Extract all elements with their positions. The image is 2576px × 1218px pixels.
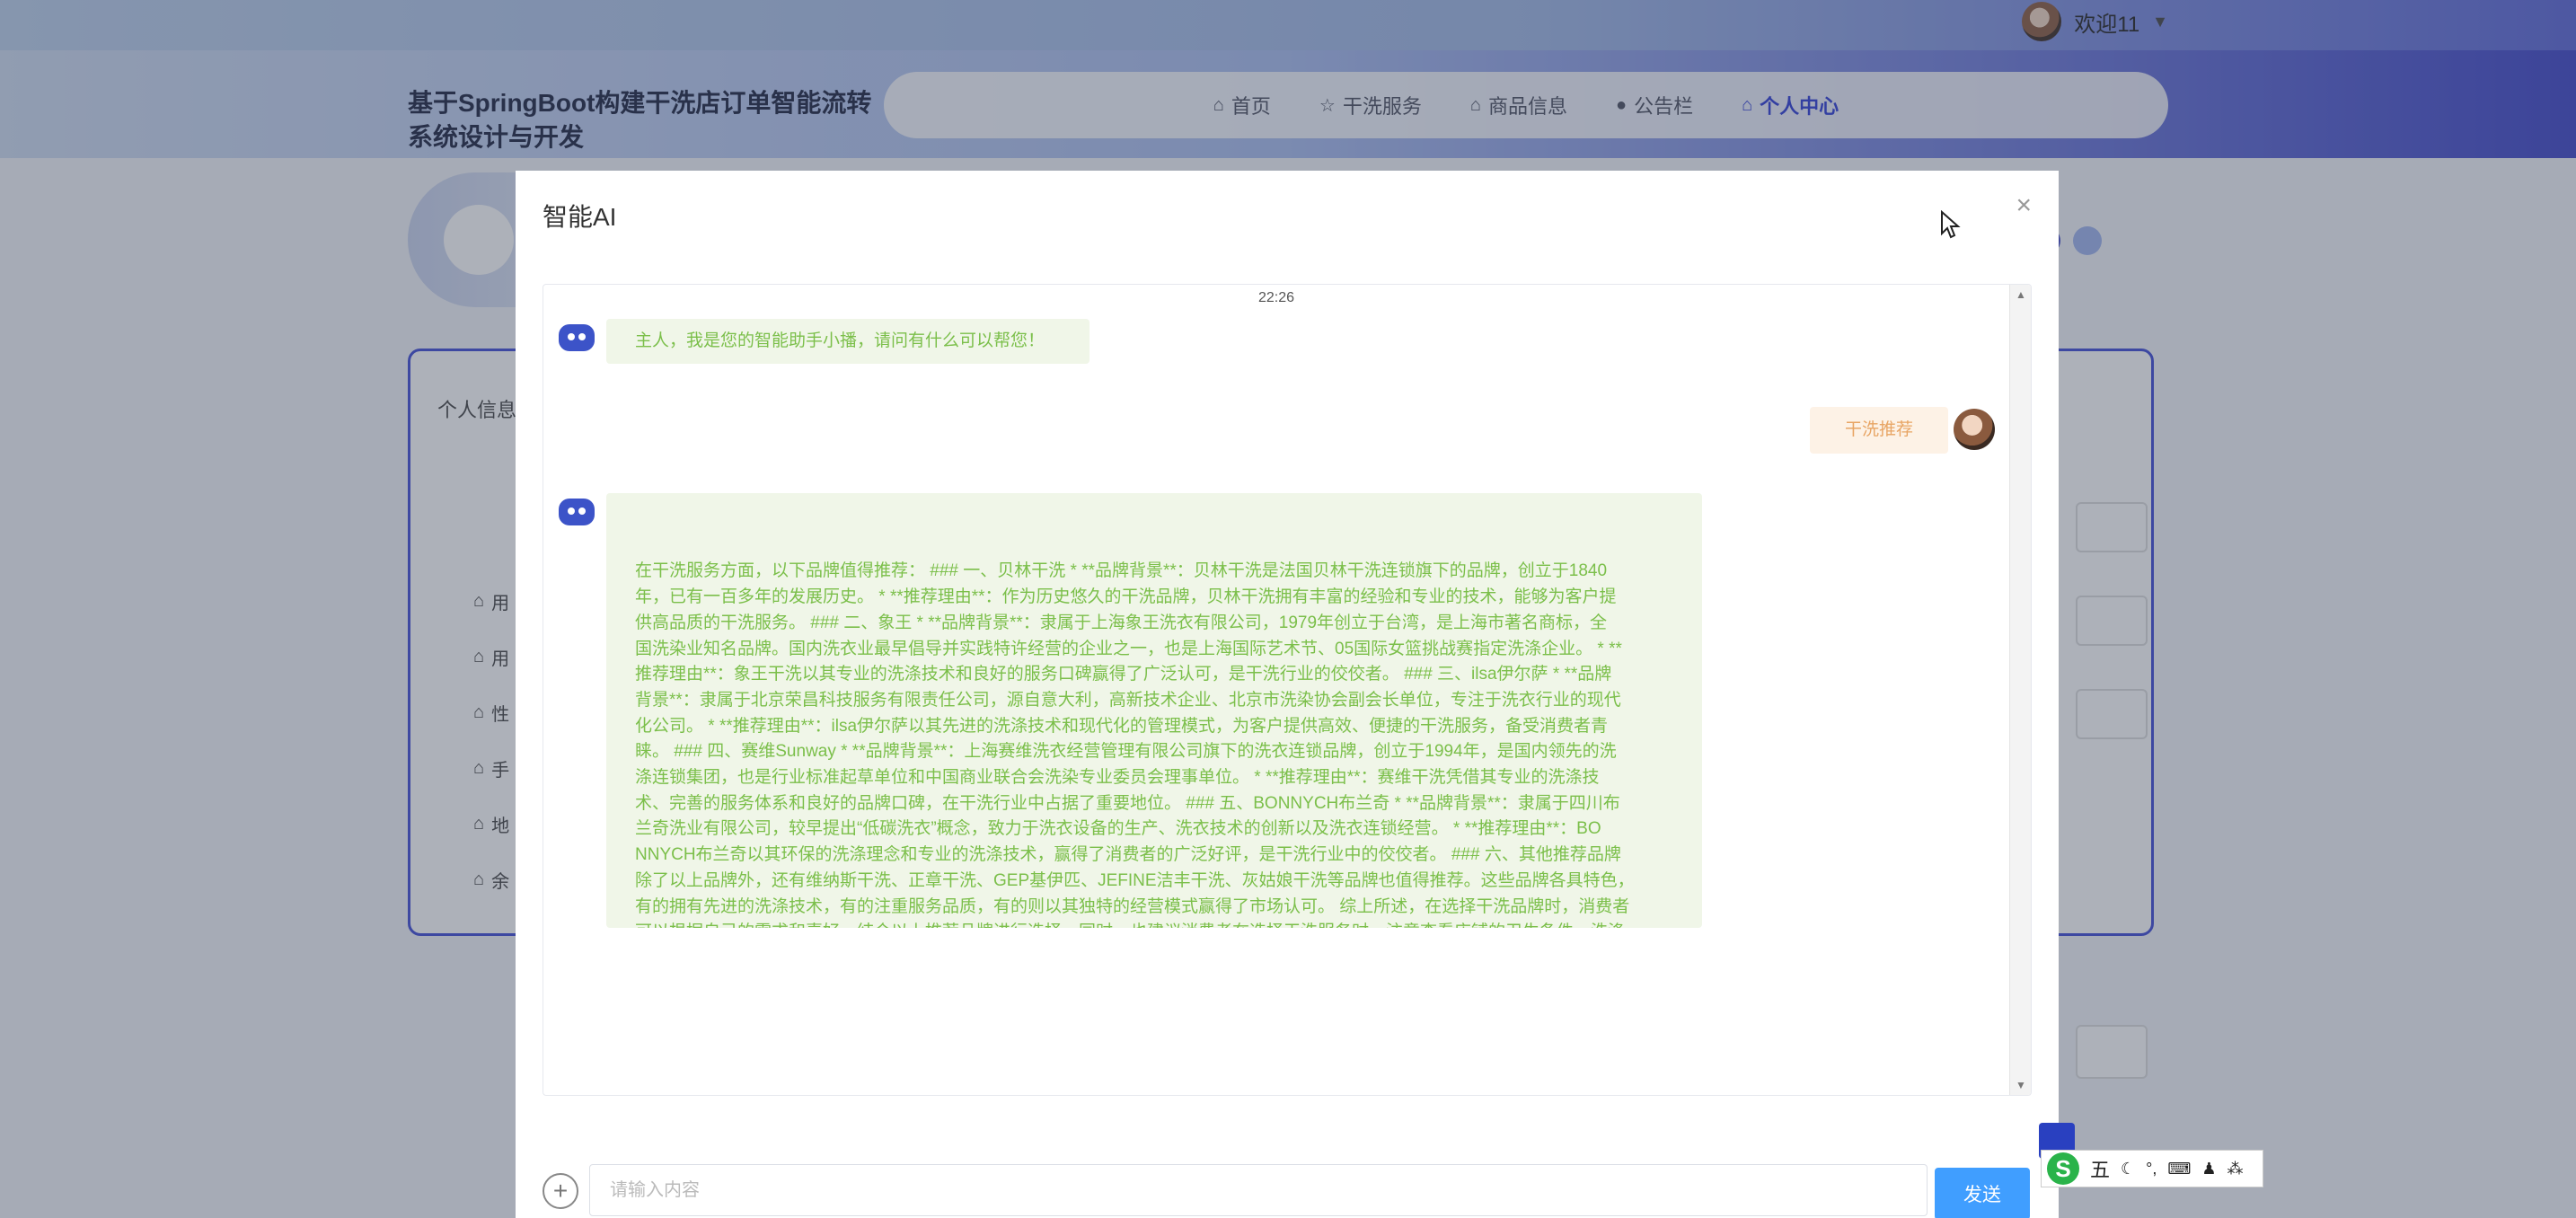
bot-message-line: 化公司。 * **推荐理由**：ilsa伊尔萨以其先进的洗涤技术和现代化的管理模…: [635, 716, 1609, 736]
bot-message-line: 国洗染业知名品牌。国内洗衣业最早倡导并实践特许经营的企业之一，也是上海国际艺术节…: [635, 639, 1622, 658]
bot-message: 主人，我是您的智能助手小播，请问有什么可以帮您！: [606, 319, 1090, 364]
message-timestamp: 22:26: [1257, 290, 1295, 305]
user-icon[interactable]: ♟: [2201, 1160, 2216, 1178]
robot-icon: [559, 499, 595, 525]
user-message: 干洗推荐: [1810, 407, 1948, 454]
bot-message-line: 推荐理由**：象王干洗以其专业的洗涤技术和良好的服务口碑赢得了广泛认可，是干洗行…: [635, 665, 1612, 684]
bot-message-line: 在干洗服务方面，以下品牌值得推荐： ### 一、贝林干洗 * **品牌背景**：…: [635, 561, 1608, 581]
punctuation-icon[interactable]: °,: [2146, 1160, 2157, 1178]
robot-icon: [559, 324, 595, 351]
ime-logo-icon[interactable]: S: [2047, 1152, 2079, 1185]
bot-message-line: 年，已有一百多年的发展历史。 * **推荐理由**：作为历史悠久的干洗品牌，贝林…: [635, 587, 1617, 607]
ime-toolbar[interactable]: S 五 ☾ °, ⌨ ♟ ⁂: [2041, 1150, 2263, 1187]
chat-window[interactable]: 22:26 主人，我是您的智能助手小播，请问有什么可以帮您！ 干洗推荐 在干洗服…: [543, 284, 2032, 1096]
send-button[interactable]: 发送: [1935, 1168, 2030, 1218]
scroll-down-icon[interactable]: ▼: [2016, 1079, 2026, 1091]
grid-icon[interactable]: ⁂: [2227, 1160, 2243, 1178]
bot-message-line: 可以根据自己的需求和喜好，结合以上推荐品牌进行选择。同时，也建议消费者在选择干洗…: [635, 920, 1673, 928]
ai-chat-dialog: 智能AI × 22:26 主人，我是您的智能助手小播，请问有什么可以帮您！ 干洗…: [516, 171, 2059, 1218]
close-icon[interactable]: ×: [2016, 190, 2032, 221]
bot-message-line: 供高品质的干洗服务。 ### 二、象王 * **品牌背景**：隶属于上海象王洗衣…: [635, 613, 1608, 632]
bot-message-line: 术、完善的服务体系和良好的品牌口碑，在干洗行业中占据了重要地位。 ### 五、B…: [635, 793, 1620, 813]
bot-message-line: 背景**：隶属于北京荣昌科技服务有限责任公司，源自意大利，高新技术企业、北京市洗…: [635, 690, 1621, 710]
mouse-cursor-icon: [1940, 209, 1962, 247]
bot-message-text: 在干洗服务方面，以下品牌值得推荐： ### 一、贝林干洗 * **品牌背景**：…: [635, 559, 1673, 928]
scroll-up-icon[interactable]: ▲: [2016, 288, 2026, 301]
bot-avatar: [558, 319, 595, 357]
bot-avatar: [558, 493, 595, 531]
user-avatar: [1954, 409, 1995, 450]
message-input-row: + 发送: [543, 1162, 2037, 1218]
ime-mode[interactable]: 五: [2090, 1154, 2110, 1183]
message-input[interactable]: [589, 1164, 1928, 1216]
plus-icon[interactable]: +: [543, 1173, 578, 1209]
keyboard-icon[interactable]: ⌨: [2167, 1160, 2191, 1178]
moon-icon[interactable]: ☾: [2121, 1160, 2135, 1178]
chat-scrollbar[interactable]: ▲ ▼: [2009, 285, 2031, 1095]
bot-message-line: 兰奇洗业有限公司，较早提出“低碳洗衣”概念，致力于洗衣设备的生产、洗衣技术的创新…: [635, 819, 1601, 839]
bot-message-line: 睐。 ### 四、赛维Sunway * **品牌背景**：上海赛维洗衣经营管理有…: [635, 742, 1617, 762]
bot-message-line: 涤连锁集团，也是行业标准起草单位和中国商业联合会洗染专业委员会理事单位。 * *…: [635, 768, 1600, 788]
bot-message-line: NNYCH布兰奇以其环保的洗涤理念和专业的洗涤技术，赢得了消费者的广泛好评，是干…: [635, 845, 1621, 865]
bot-message: 在干洗服务方面，以下品牌值得推荐： ### 一、贝林干洗 * **品牌背景**：…: [606, 493, 1702, 928]
bot-message-line: 除了以上品牌外，还有维纳斯干洗、正章干洗、GEP基伊匹、JEFINE洁丰干洗、灰…: [635, 870, 1635, 890]
bot-message-line: 有的拥有先进的洗涤技术，有的注重服务品质，有的则以其独特的经营模式赢得了市场认可…: [635, 896, 1630, 916]
dialog-title: 智能AI: [543, 203, 617, 231]
